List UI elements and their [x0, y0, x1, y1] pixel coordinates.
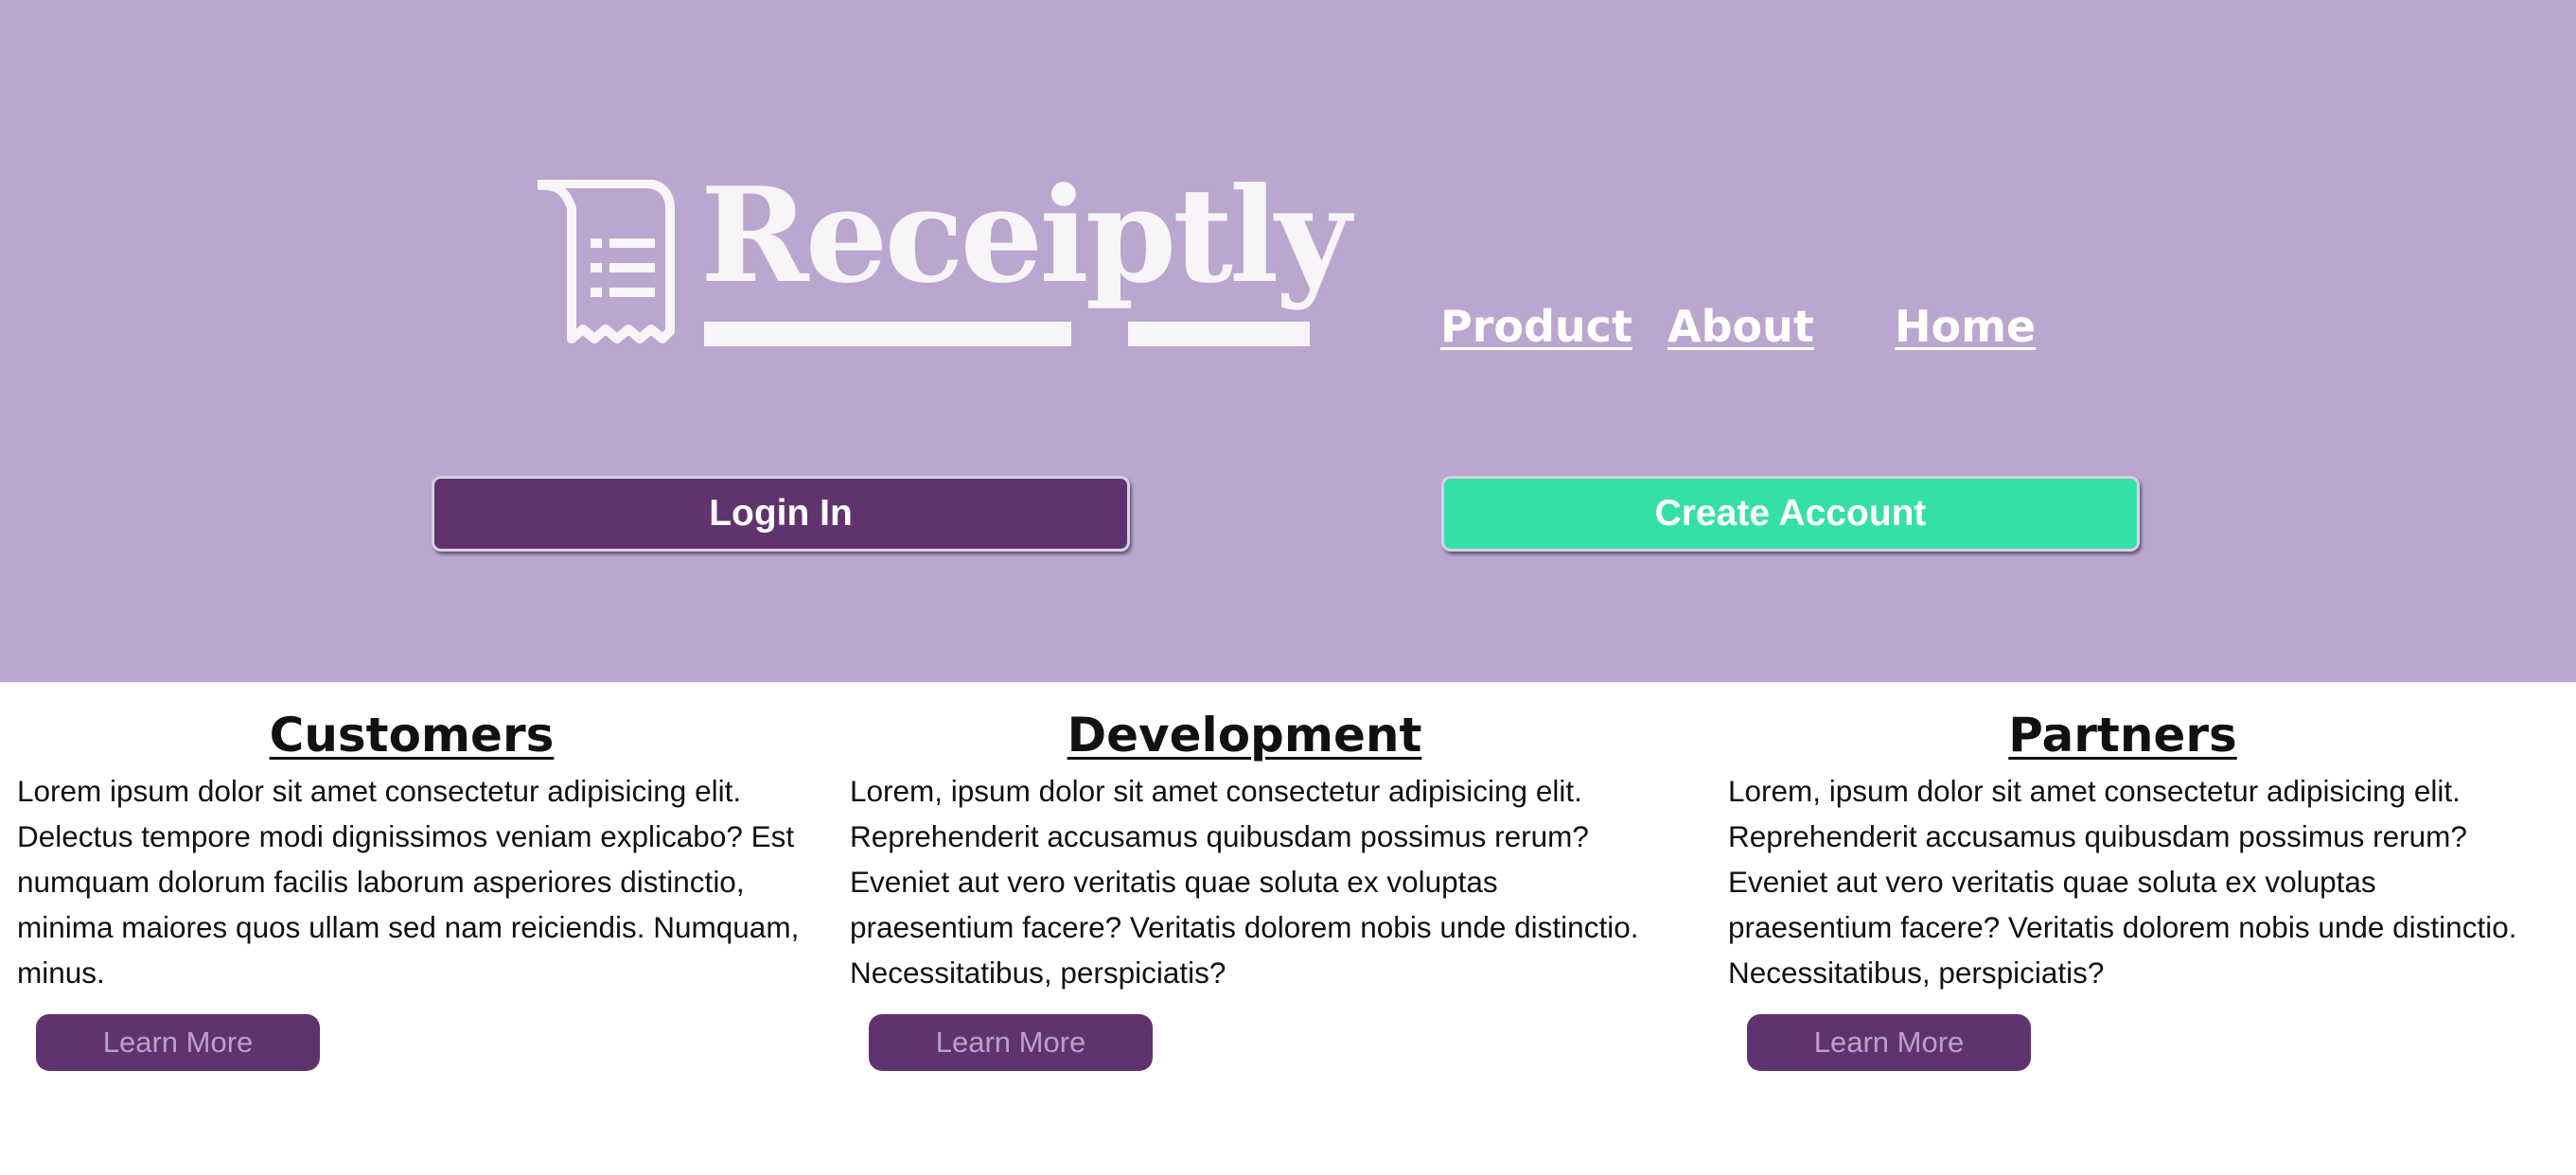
column-title: Partners	[2008, 708, 2237, 763]
partners-column: Partners Lorem, ipsum dolor sit amet con…	[1711, 702, 2534, 1071]
nav-about[interactable]: About	[1667, 301, 1814, 352]
learn-more-button[interactable]: Learn More	[869, 1014, 1153, 1071]
customers-column: Customers Lorem ipsum dolor sit amet con…	[0, 702, 823, 1071]
brand-logo[interactable]: Receiptly	[538, 170, 1351, 350]
learn-more-button[interactable]: Learn More	[1747, 1014, 2031, 1071]
hero-banner: Receiptly Product About Home Login In Cr…	[0, 0, 2576, 682]
column-text: Lorem, ipsum dolor sit amet consectetur …	[1728, 774, 2517, 990]
column-text: Lorem ipsum dolor sit amet consectetur a…	[17, 774, 800, 990]
logo-underline-right	[1128, 322, 1310, 346]
learn-more-button[interactable]: Learn More	[36, 1014, 320, 1071]
development-column: Development Lorem, ipsum dolor sit amet …	[833, 702, 1656, 1071]
column-title: Development	[1067, 708, 1422, 763]
create-account-button[interactable]: Create Account	[1441, 476, 2140, 552]
nav-home[interactable]: Home	[1895, 301, 2036, 352]
column-title: Customers	[269, 708, 555, 763]
login-button[interactable]: Login In	[432, 476, 1130, 552]
receipt-icon	[538, 180, 675, 343]
column-text: Lorem, ipsum dolor sit amet consectetur …	[850, 774, 1639, 990]
logo-underline-left	[704, 322, 1071, 346]
nav-product[interactable]: Product	[1440, 301, 1632, 352]
brand-name: Receiptly	[700, 158, 1351, 312]
